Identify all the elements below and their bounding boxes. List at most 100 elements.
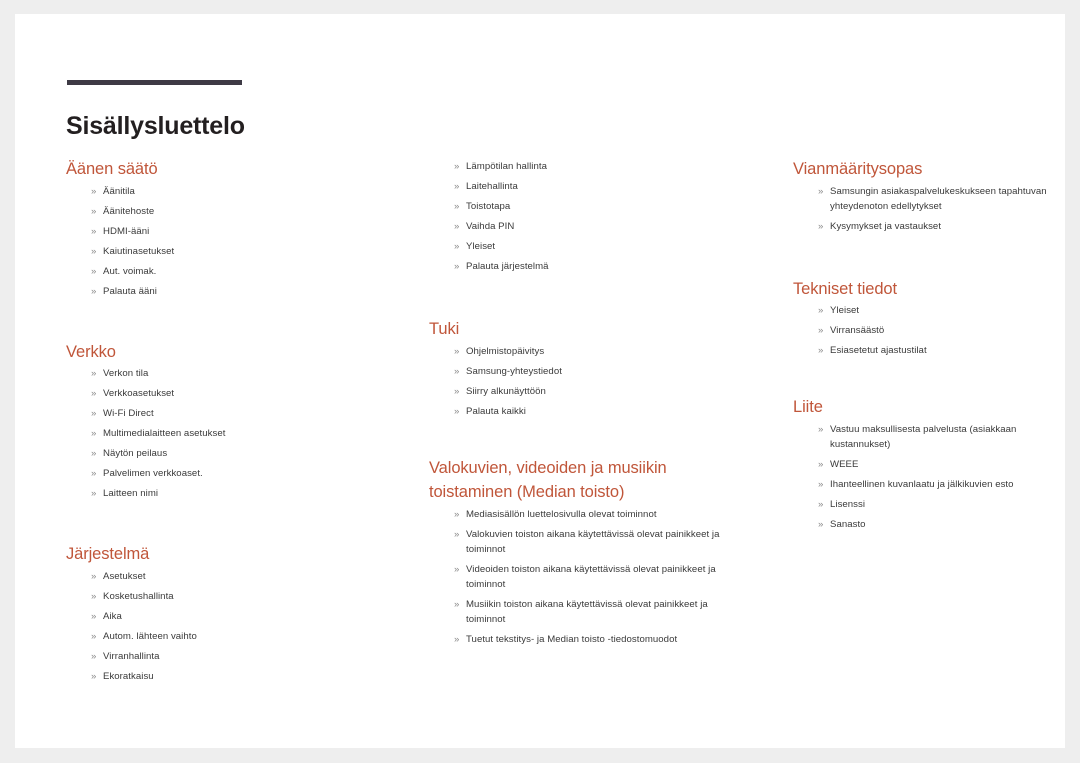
toc-section: Liite » Vastuu maksullisesta palvelusta (a… <box>793 395 1063 535</box>
bullet-marker-icon: » <box>91 630 97 642</box>
toc-entry[interactable]: » WEEE <box>818 455 1063 475</box>
toc-entry[interactable]: » Wi-Fi Direct <box>91 404 366 424</box>
bullet-marker-icon: » <box>454 633 460 645</box>
toc-entry[interactable]: » Tuetut tekstitys- ja Median toisto -tie… <box>454 630 729 650</box>
toc-section-list: » Ohjelmistopäivitys » Samsung-yhteystiedot… <box>429 342 729 422</box>
toc-entry[interactable]: » Aut. voimak. <box>91 262 366 282</box>
bullet-marker-icon: » <box>454 241 460 252</box>
toc-entry[interactable]: » Laitehallinta <box>454 177 729 197</box>
toc-entry[interactable]: » Yleiset <box>454 237 729 257</box>
bullet-marker-icon: » <box>91 488 97 499</box>
toc-entry-label: Wi-Fi Direct <box>103 408 154 419</box>
toc-entry-label: Äänitila <box>103 185 135 197</box>
toc-entry[interactable]: » Virranhallinta <box>91 647 366 667</box>
toc-entry[interactable]: » Valokuvien toiston aikana käytettävissä… <box>454 525 729 560</box>
toc-entry[interactable]: » Autom. lähteen vaihto <box>91 627 366 647</box>
toc-entry[interactable]: » Virransäästö <box>818 321 1063 341</box>
toc-section-heading: Liite <box>793 398 823 416</box>
toc-entry[interactable]: » Videoiden toiston aikana käytettävissä … <box>454 560 729 595</box>
toc-entry[interactable]: » Kysymykset ja vastaukset <box>818 217 1063 237</box>
toc-entry[interactable]: » Asetukset <box>91 567 366 587</box>
toc-entry[interactable]: » Aika <box>91 607 366 627</box>
bullet-marker-icon: » <box>91 285 97 297</box>
toc-entry[interactable]: » Palauta järjestelmä <box>454 257 729 277</box>
toc-entry[interactable]: » Laitteen nimi <box>91 484 366 504</box>
toc-section-heading: Tuki <box>429 320 460 338</box>
toc-entry[interactable]: » Vaihda PIN <box>454 217 729 237</box>
toc-entry[interactable]: » Yleiset <box>818 301 1063 321</box>
toc-entry-label: Palauta ääni <box>103 285 157 297</box>
bullet-marker-icon: » <box>454 563 460 575</box>
bullet-marker-icon: » <box>91 448 97 459</box>
toc-entry[interactable]: » Ohjelmistopäivitys <box>454 342 729 362</box>
bullet-marker-icon: » <box>818 185 824 197</box>
bullet-marker-icon: » <box>454 365 460 377</box>
toc-section-list: » Yleiset » Virransäästö » Esiasetetut ajastu… <box>793 301 1063 361</box>
toc-section: » Lämpötilan hallinta » Laitehallinta » Toist… <box>429 157 729 277</box>
bullet-marker-icon: » <box>818 305 824 316</box>
toc-entry-label: Mediasisällön luettelosivulla olevat toi… <box>466 508 657 520</box>
toc-entry[interactable]: » Lämpötilan hallinta <box>454 157 729 177</box>
bullet-marker-icon: » <box>91 388 97 399</box>
toc-section: Valokuvien, videoiden ja musiikin toista… <box>429 456 729 650</box>
bullet-marker-icon: » <box>454 181 460 192</box>
toc-entry-label: Tuetut tekstitys- ja Median toisto -tied… <box>466 633 678 645</box>
toc-entry[interactable]: » Mediasisällön luettelosivulla olevat to… <box>454 505 729 525</box>
toc-section-list: » Lämpötilan hallinta » Laitehallinta » Toist… <box>429 157 729 277</box>
bullet-marker-icon: » <box>454 508 460 520</box>
toc-entry[interactable]: » Musiikin toiston aikana käytettävissä o… <box>454 595 729 630</box>
toc-entry[interactable]: » Äänitila <box>91 182 366 202</box>
bullet-marker-icon: » <box>454 528 460 540</box>
toc-entry[interactable]: » Sanasto <box>818 515 1063 535</box>
toc-entry[interactable]: » Ekoratkaisu <box>91 667 366 687</box>
toc-entry[interactable]: » Esiasetetut ajastustilat <box>818 341 1063 361</box>
toc-column-left: Äänen säätö » Äänitila » Äänitehoste » HDMI-ää… <box>66 157 366 687</box>
bullet-marker-icon: » <box>818 325 824 336</box>
toc-section: Tuki » Ohjelmistopäivitys » Samsung-yhteysti… <box>429 317 729 422</box>
toc-entry[interactable]: » Toistotapa <box>454 197 729 217</box>
bullet-marker-icon: » <box>91 245 97 257</box>
bullet-marker-icon: » <box>91 650 97 662</box>
toc-entry[interactable]: » Palvelimen verkkoaset. <box>91 464 366 484</box>
toc-entry[interactable]: » Samsungin asiakaspalvelukeskukseen tapa… <box>818 182 1063 217</box>
bullet-marker-icon: » <box>91 185 97 197</box>
toc-entry-label: Äänitehoste <box>103 205 155 217</box>
toc-entry[interactable]: » Multimedialaitteen asetukset <box>91 424 366 444</box>
toc-entry-label: Valokuvien toiston aikana käytettävissä … <box>466 528 720 555</box>
bullet-marker-icon: » <box>818 423 824 435</box>
toc-entry-label: Toistotapa <box>466 201 511 212</box>
toc-entry[interactable]: » Vastuu maksullisesta palvelusta (asiakk… <box>818 420 1063 455</box>
bullet-marker-icon: » <box>454 261 460 272</box>
toc-entry[interactable]: » Lisenssi <box>818 495 1063 515</box>
toc-entry-label: Autom. lähteen vaihto <box>103 630 197 642</box>
toc-entry[interactable]: » Kosketushallinta <box>91 587 366 607</box>
toc-entry[interactable]: » Näytön peilaus <box>91 444 366 464</box>
toc-entry[interactable]: » Palauta kaikki <box>454 402 729 422</box>
bullet-marker-icon: » <box>91 205 97 217</box>
toc-section-list: » Samsungin asiakaspalvelukeskukseen tapa… <box>793 182 1063 237</box>
bullet-marker-icon: » <box>91 590 97 602</box>
bullet-marker-icon: » <box>91 265 97 277</box>
toc-section-list: » Mediasisällön luettelosivulla olevat to… <box>429 505 729 650</box>
toc-entry[interactable]: » Palauta ääni <box>91 282 366 302</box>
toc-section: Tekniset tiedot » Yleiset » Virransäästö » Esi… <box>793 277 1063 362</box>
bullet-marker-icon: » <box>91 428 97 439</box>
toc-entry[interactable]: » Äänitehoste <box>91 202 366 222</box>
toc-entry-label: HDMI-ääni <box>103 225 150 237</box>
toc-entry[interactable]: » Ihanteellinen kuvanlaatu ja jälkikuvien… <box>818 475 1063 495</box>
toc-section-heading: Valokuvien, videoiden ja musiikin toista… <box>429 458 667 502</box>
toc-entry[interactable]: » Kaiutinasetukset <box>91 242 366 262</box>
toc-entry[interactable]: » Verkon tila <box>91 364 366 384</box>
toc-entry-label: Näytön peilaus <box>103 448 168 459</box>
toc-entry-label: Siirry alkunäyttöön <box>466 385 546 397</box>
toc-entry-label: Ihanteellinen kuvanlaatu ja jälkikuvien … <box>830 478 1014 490</box>
bullet-marker-icon: » <box>818 498 824 510</box>
toc-entry[interactable]: » Samsung-yhteystiedot <box>454 362 729 382</box>
toc-entry[interactable]: » HDMI-ääni <box>91 222 366 242</box>
bullet-marker-icon: » <box>454 345 460 357</box>
toc-entry[interactable]: » Verkkoasetukset <box>91 384 366 404</box>
bullet-marker-icon: » <box>454 385 460 397</box>
toc-entry[interactable]: » Siirry alkunäyttöön <box>454 382 729 402</box>
bullet-marker-icon: » <box>818 345 824 356</box>
bullet-marker-icon: » <box>91 468 97 479</box>
